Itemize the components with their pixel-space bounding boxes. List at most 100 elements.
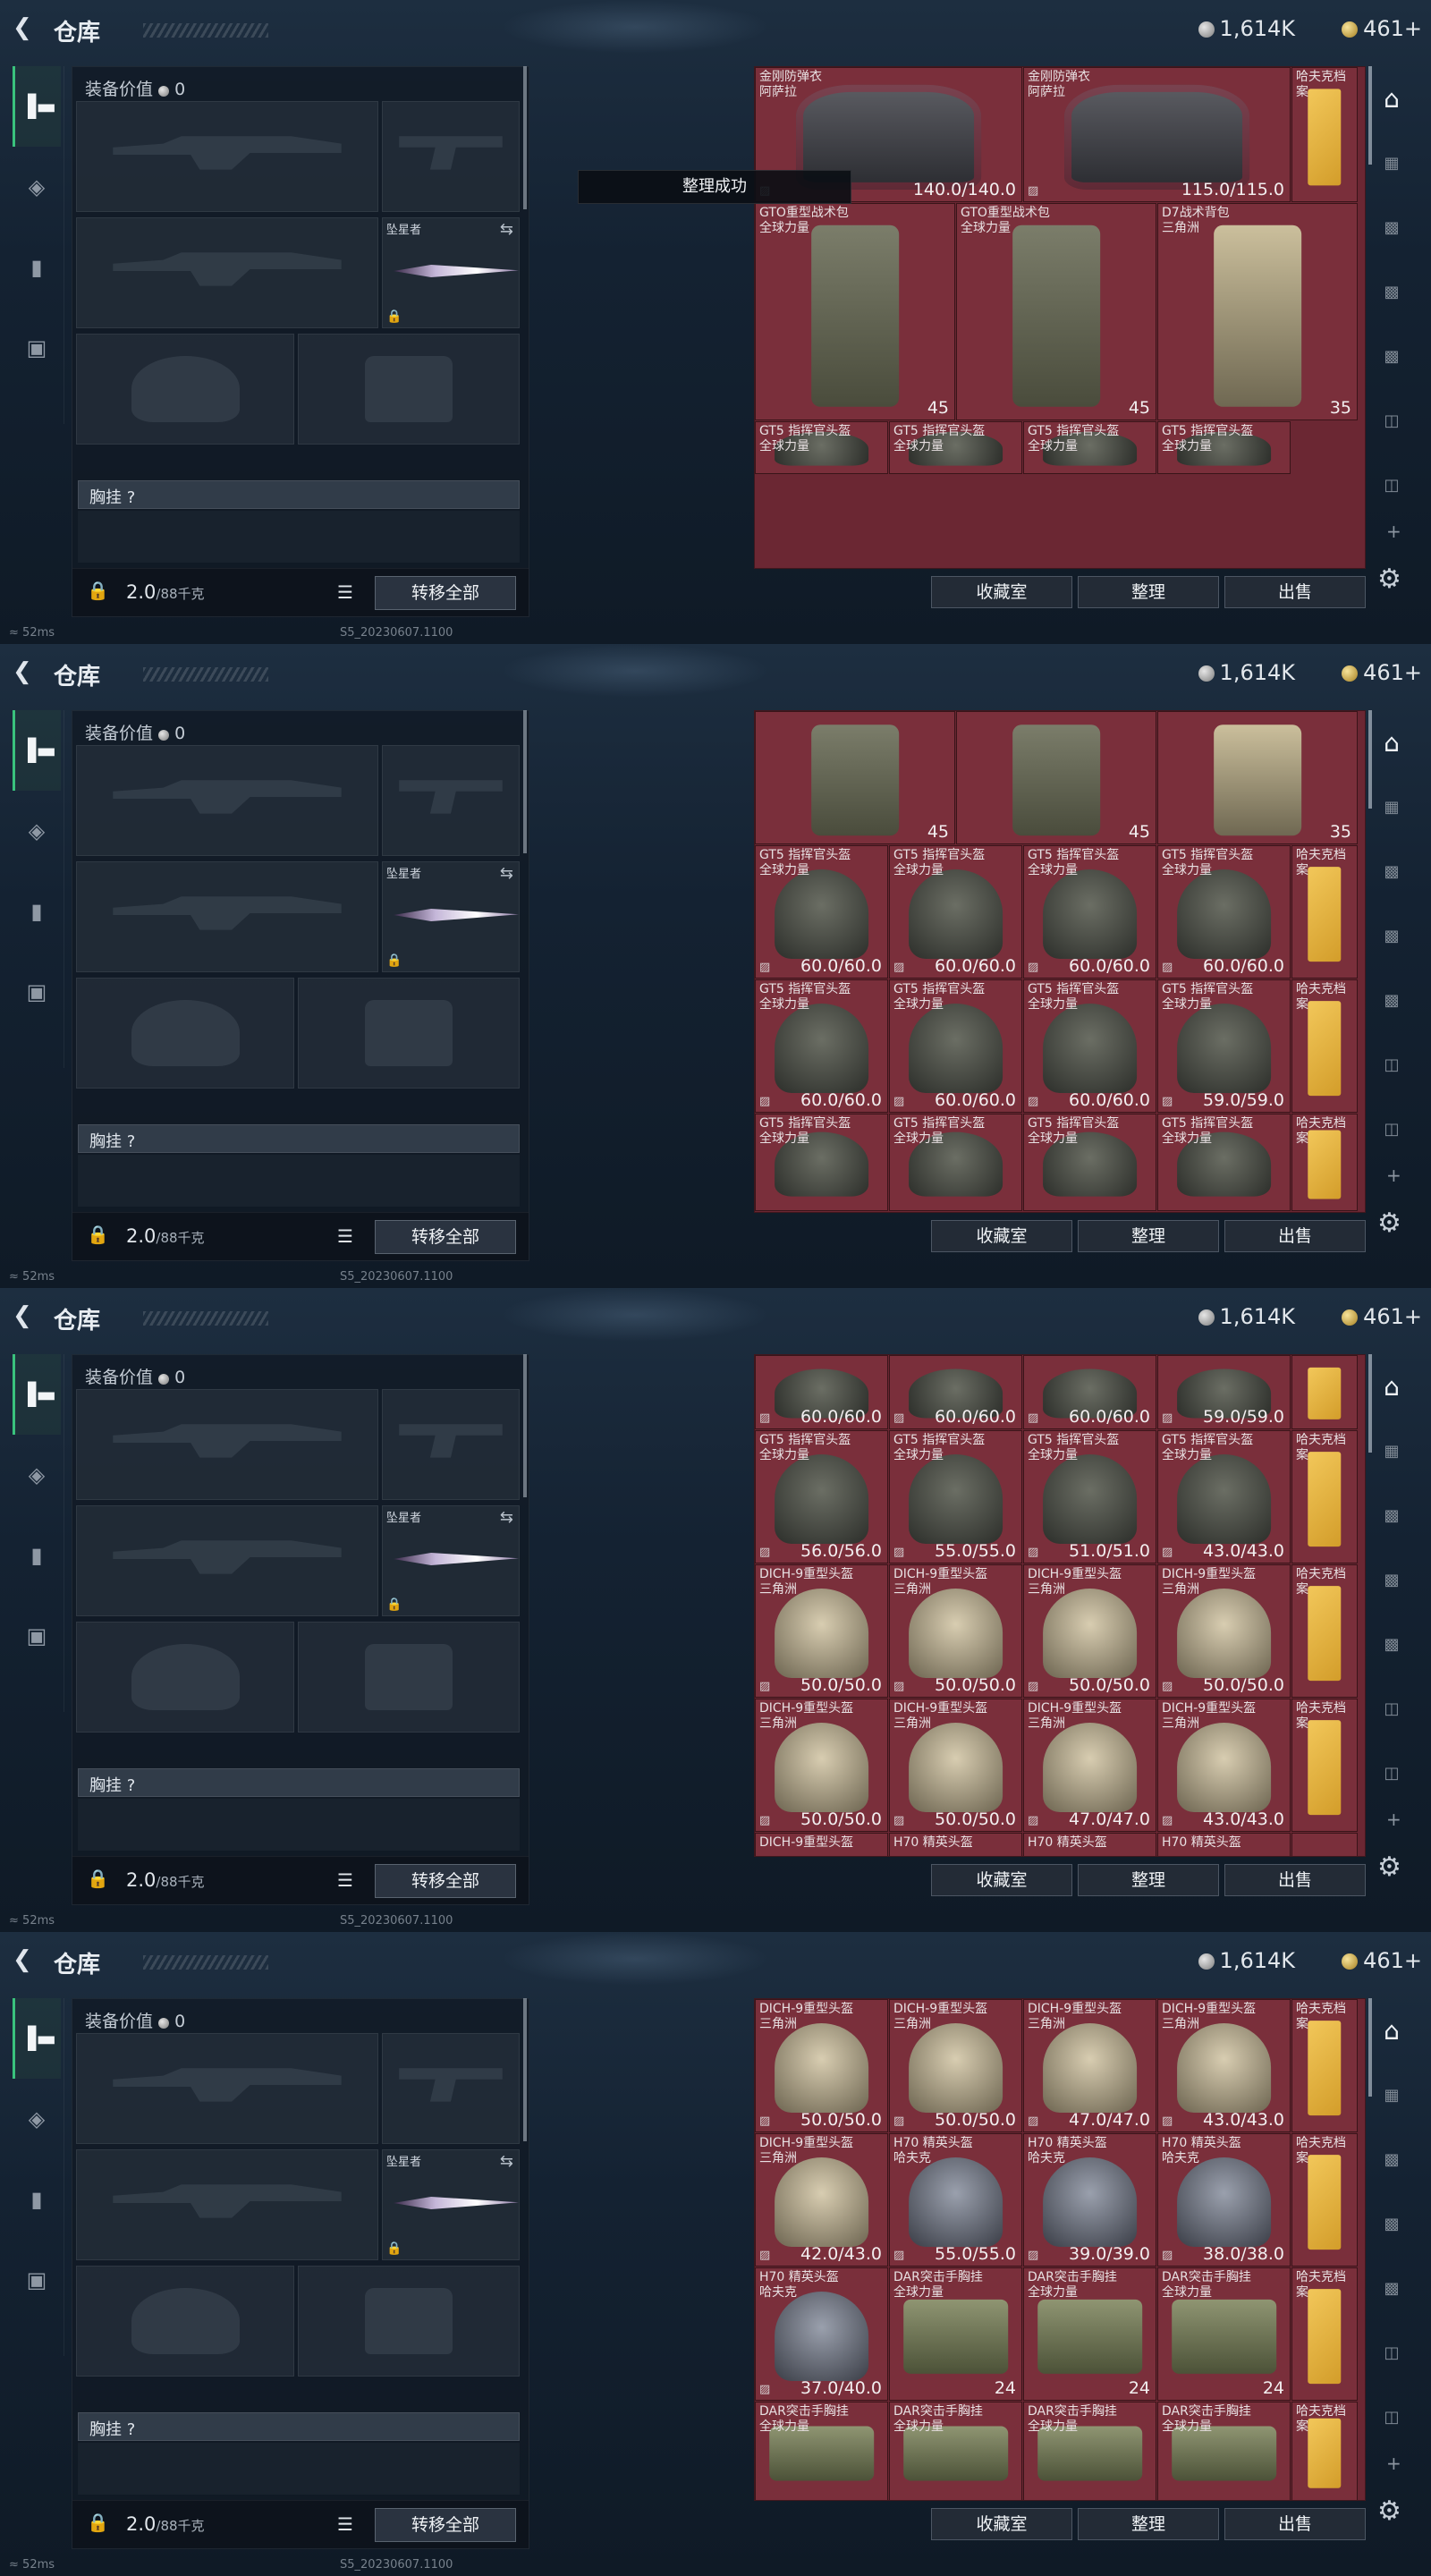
- list-icon[interactable]: ☰: [337, 1869, 353, 1891]
- item-cell[interactable]: H70 精英头盔: [1157, 1833, 1291, 1856]
- g3-icon[interactable]: ▦: [1372, 775, 1411, 839]
- item-cell[interactable]: DAR突击手胸挂 全球力量: [1157, 2402, 1291, 2500]
- backpack-icon[interactable]: ◈: [13, 2079, 61, 2159]
- home-icon[interactable]: ⌂: [1372, 1354, 1411, 1419]
- secondary-weapon-slot[interactable]: [76, 217, 378, 328]
- armor-slot[interactable]: [298, 2266, 520, 2377]
- chest-rig-header[interactable]: 胸挂 ?: [78, 1768, 520, 1797]
- list-icon[interactable]: ☰: [337, 581, 353, 603]
- item-cell[interactable]: 哈夫克档案: [1291, 979, 1358, 1113]
- item-cell[interactable]: DAR突击手胸挂 全球力量: [889, 2402, 1022, 2500]
- add-tab-icon[interactable]: +: [1386, 2453, 1401, 2474]
- back-arrow-icon[interactable]: ❮: [13, 1304, 36, 1327]
- g3-icon[interactable]: ▦: [1372, 2063, 1411, 2127]
- item-cell[interactable]: 59.0/59.0 ▨: [1157, 1355, 1291, 1429]
- armor-slot[interactable]: [298, 978, 520, 1089]
- item-cell[interactable]: DICH-9重型头盔 三角洲 50.0/50.0 ▨: [755, 1999, 888, 2132]
- melee-slot[interactable]: 坠星者 ⇆ 🔒: [382, 861, 520, 972]
- helmet-slot[interactable]: [76, 978, 294, 1089]
- primary-weapon-slot[interactable]: [76, 101, 378, 212]
- item-cell[interactable]: GT5 指挥官头盔 全球力量 60.0/60.0 ▨: [1157, 845, 1291, 979]
- item-cell[interactable]: DAR突击手胸挂 全球力量 24: [889, 2267, 1022, 2401]
- primary-weapon-slot[interactable]: [76, 2033, 378, 2144]
- item-cell[interactable]: GT5 指挥官头盔 全球力量 60.0/60.0 ▨: [755, 845, 888, 979]
- item-cell[interactable]: GT5 指挥官头盔 全球力量: [755, 1114, 888, 1211]
- transfer-all-button[interactable]: 转移全部: [375, 1220, 516, 1254]
- item-cell[interactable]: H70 精英头盔 哈夫克 37.0/40.0 ▨: [755, 2267, 888, 2401]
- melee-slot[interactable]: 坠星者 ⇆ 🔒: [382, 217, 520, 328]
- briefcase-icon[interactable]: ▣: [13, 1596, 61, 1676]
- sort-button[interactable]: 整理: [1078, 576, 1219, 608]
- item-cell[interactable]: H70 精英头盔 哈夫克 38.0/38.0 ▨: [1157, 2133, 1291, 2267]
- tv-icon[interactable]: ▩: [1372, 2256, 1411, 2320]
- item-cell[interactable]: GT5 指挥官头盔 全球力量: [1157, 1114, 1291, 1211]
- monitor-icon[interactable]: ◫: [1372, 2320, 1411, 2385]
- sell-button[interactable]: 出售: [1224, 1220, 1366, 1252]
- item-cell[interactable]: DICH-9重型头盔 三角洲 47.0/47.0 ▨: [1023, 1999, 1156, 2132]
- helmet-slot[interactable]: [76, 334, 294, 445]
- gun-icon[interactable]: ▐▬: [13, 1998, 61, 2079]
- vest-icon[interactable]: ▮: [13, 227, 61, 308]
- primary-weapon-slot[interactable]: [76, 1389, 378, 1500]
- gun-icon[interactable]: ▐▬: [13, 1354, 61, 1435]
- list-icon[interactable]: ☰: [337, 1225, 353, 1247]
- list-icon[interactable]: ☰: [337, 2513, 353, 2535]
- chest-rig-header[interactable]: 胸挂 ?: [78, 2412, 520, 2441]
- help-icon[interactable]: ?: [127, 2420, 136, 2439]
- pistol-slot[interactable]: [382, 1389, 520, 1500]
- swap-icon[interactable]: ⇆: [500, 2152, 513, 2171]
- home-icon[interactable]: ⌂: [1372, 1998, 1411, 2063]
- settings-gear-icon[interactable]: ⚙: [1377, 1852, 1401, 1883]
- chest-rig-header[interactable]: 胸挂 ?: [78, 480, 520, 509]
- item-cell[interactable]: DAR突击手胸挂 全球力量 24: [1023, 2267, 1156, 2401]
- tv-icon[interactable]: ▩: [1372, 2127, 1411, 2191]
- item-cell[interactable]: GT5 指挥官头盔 全球力量: [1023, 421, 1156, 474]
- help-icon[interactable]: ?: [127, 488, 136, 507]
- item-cell[interactable]: 哈夫克档案: [1291, 2402, 1358, 2500]
- item-cell[interactable]: DAR突击手胸挂 全球力量: [755, 2402, 888, 2500]
- primary-weapon-slot[interactable]: [76, 745, 378, 856]
- collection-room-button[interactable]: 收藏室: [931, 2508, 1072, 2540]
- item-cell[interactable]: DICH-9重型头盔 三角洲 43.0/43.0 ▨: [1157, 1999, 1291, 2132]
- briefcase-icon[interactable]: ▣: [13, 308, 61, 388]
- briefcase-icon[interactable]: ▣: [13, 952, 61, 1032]
- swap-icon[interactable]: ⇆: [500, 864, 513, 883]
- item-cell[interactable]: H70 精英头盔: [889, 1833, 1022, 1856]
- item-cell[interactable]: GT5 指挥官头盔 全球力量 60.0/60.0 ▨: [755, 979, 888, 1113]
- gold-currency[interactable]: 461+: [1342, 1304, 1422, 1329]
- vest-icon[interactable]: ▮: [13, 1515, 61, 1596]
- item-cell[interactable]: GT5 指挥官头盔 全球力量 60.0/60.0 ▨: [1023, 979, 1156, 1113]
- tv-icon[interactable]: ▩: [1372, 1483, 1411, 1547]
- tv-icon[interactable]: ▩: [1372, 1547, 1411, 1612]
- sell-button[interactable]: 出售: [1224, 1864, 1366, 1896]
- panel-scrollbar[interactable]: [523, 710, 527, 853]
- item-cell[interactable]: D7战术背包 三角洲 35: [1157, 203, 1358, 420]
- item-cell[interactable]: 60.0/60.0 ▨: [1023, 1355, 1156, 1429]
- tv-icon[interactable]: ▩: [1372, 839, 1411, 903]
- tv-icon[interactable]: ▩: [1372, 259, 1411, 324]
- sort-button[interactable]: 整理: [1078, 2508, 1219, 2540]
- briefcase-icon[interactable]: ▣: [13, 2240, 61, 2320]
- item-cell[interactable]: [1291, 1833, 1358, 1856]
- helmet-slot[interactable]: [76, 2266, 294, 2377]
- secondary-weapon-slot[interactable]: [76, 1505, 378, 1616]
- item-cell[interactable]: DICH-9重型头盔 三角洲 50.0/50.0 ▨: [889, 1999, 1022, 2132]
- item-cell[interactable]: GT5 指挥官头盔 全球力量: [1023, 1114, 1156, 1211]
- panel-scrollbar[interactable]: [523, 1998, 527, 2141]
- transfer-all-button[interactable]: 转移全部: [375, 576, 516, 610]
- item-cell[interactable]: GT5 指挥官头盔 全球力量 51.0/51.0 ▨: [1023, 1430, 1156, 1563]
- help-icon[interactable]: ?: [127, 1776, 136, 1795]
- armor-slot[interactable]: [298, 334, 520, 445]
- helmet-slot[interactable]: [76, 1622, 294, 1733]
- add-tab-icon[interactable]: +: [1386, 521, 1401, 542]
- item-cell[interactable]: DICH-9重型头盔 三角洲 42.0/43.0 ▨: [755, 2133, 888, 2267]
- gold-currency[interactable]: 461+: [1342, 660, 1422, 685]
- item-cell[interactable]: DICH-9重型头盔 三角洲 47.0/47.0 ▨: [1023, 1699, 1156, 1832]
- sell-button[interactable]: 出售: [1224, 2508, 1366, 2540]
- pistol-slot[interactable]: [382, 101, 520, 212]
- item-cell[interactable]: GTO重型战术包 全球力量 45: [956, 203, 1156, 420]
- item-cell[interactable]: GT5 指挥官头盔 全球力量: [755, 421, 888, 474]
- sort-button[interactable]: 整理: [1078, 1220, 1219, 1252]
- melee-slot[interactable]: 坠星者 ⇆ 🔒: [382, 2149, 520, 2260]
- item-cell[interactable]: DICH-9重型头盔 三角洲 43.0/43.0 ▨: [1157, 1699, 1291, 1832]
